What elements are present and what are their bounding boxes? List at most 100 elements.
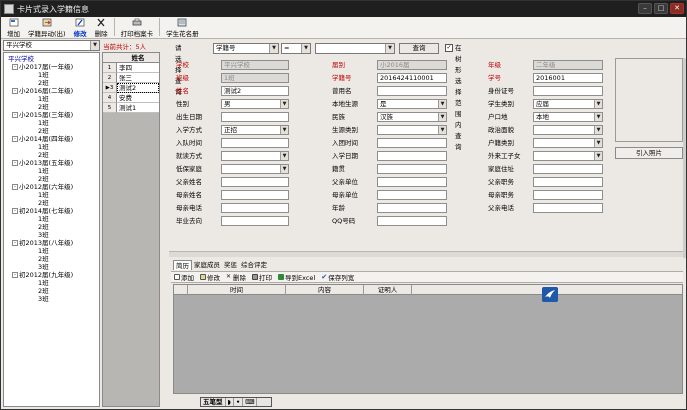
detail-delete-button[interactable]: ✕ 删除: [223, 272, 249, 283]
chevron-down-icon[interactable]: ▼: [280, 126, 288, 134]
field-input[interactable]: [377, 216, 447, 226]
tree-scope-checkbox[interactable]: ✓: [445, 44, 453, 52]
chevron-down-icon[interactable]: ▼: [280, 100, 288, 108]
tree-class-node[interactable]: 3班: [38, 295, 49, 303]
student-row[interactable]: ▶3 测试2: [103, 83, 159, 93]
tree-class-node[interactable]: 2班: [38, 223, 49, 231]
tree-class-node[interactable]: 2班: [38, 255, 49, 263]
student-name-cell[interactable]: 张三: [117, 73, 159, 83]
transfer-out-button[interactable]: 学籍异动(出): [24, 16, 70, 38]
tree-class-node[interactable]: 2班: [38, 79, 49, 87]
chevron-down-icon[interactable]: ▼: [438, 126, 446, 134]
print-card-button[interactable]: 打印档案卡: [117, 16, 158, 38]
student-name-cell[interactable]: 测试1: [117, 103, 159, 113]
tree-grade-node[interactable]: - 初2012届(九年级): [12, 271, 73, 279]
delete-button[interactable]: 删除: [91, 16, 112, 38]
student-row[interactable]: 1 李四: [103, 63, 159, 73]
field-select[interactable]: ▼: [533, 125, 603, 135]
edit-button[interactable]: 修改: [70, 16, 91, 38]
form-vertical-scrollbar[interactable]: [683, 58, 686, 258]
chevron-down-icon[interactable]: ▼: [301, 44, 310, 53]
chevron-down-icon[interactable]: ▼: [594, 139, 602, 147]
school-select[interactable]: 平兴学校 ▼: [3, 40, 100, 51]
field-input[interactable]: [533, 177, 603, 187]
ime-keyboard-icon[interactable]: ⌨: [243, 398, 258, 406]
chevron-down-icon[interactable]: ▼: [594, 126, 602, 134]
field-select[interactable]: 男 ▼: [221, 99, 289, 109]
tree-grade-node[interactable]: - 小2012届(六年级): [12, 183, 73, 191]
tree-grade-node[interactable]: - 小2016届(二年级): [12, 87, 73, 95]
field-select[interactable]: ▼: [221, 151, 289, 161]
export-excel-button[interactable]: 导到Excel: [275, 272, 318, 282]
student-row[interactable]: 4 安费: [103, 93, 159, 103]
chevron-down-icon[interactable]: ▼: [438, 100, 446, 108]
query-operator-select[interactable]: = ▼: [281, 43, 311, 54]
field-input[interactable]: 2016001: [533, 73, 603, 83]
tree-grade-node[interactable]: - 小2015届(三年级): [12, 111, 73, 119]
close-icon[interactable]: ✕: [670, 3, 684, 14]
tree-class-node[interactable]: 3班: [38, 263, 49, 271]
tree-collapse-icon[interactable]: -: [12, 160, 18, 166]
tree-class-node[interactable]: 1班: [38, 71, 49, 79]
detail-print-button[interactable]: 打印: [249, 272, 275, 282]
ime-moon-icon[interactable]: ◗: [226, 398, 234, 406]
field-input[interactable]: 测试2: [221, 86, 289, 96]
add-button[interactable]: 增加: [3, 16, 24, 38]
grid-col-witness[interactable]: 证明人: [364, 285, 412, 295]
tree-collapse-icon[interactable]: -: [12, 136, 18, 142]
chevron-down-icon[interactable]: ▼: [385, 44, 394, 53]
tab-evaluation[interactable]: 综合评定: [239, 260, 269, 270]
field-input[interactable]: [377, 177, 447, 187]
import-photo-button[interactable]: 引入照片: [615, 147, 683, 159]
grid-col-time[interactable]: 时间: [188, 285, 286, 295]
tree-collapse-icon[interactable]: -: [12, 112, 18, 118]
tree-grade-node[interactable]: - 小2013届(五年级): [12, 159, 73, 167]
chevron-down-icon[interactable]: ▼: [594, 152, 602, 160]
tab-resume[interactable]: 简历: [173, 260, 192, 270]
field-select[interactable]: 是 ▼: [377, 99, 447, 109]
tree-class-node[interactable]: 2班: [38, 103, 49, 111]
tab-family-members[interactable]: 家庭成员: [192, 260, 222, 270]
save-column-width-button[interactable]: ✔ 保存列宽: [318, 272, 357, 283]
field-input[interactable]: 平兴学校: [221, 60, 289, 70]
field-input[interactable]: [221, 190, 289, 200]
student-name-cell[interactable]: 李四: [117, 63, 159, 73]
field-input[interactable]: 二年级: [533, 60, 603, 70]
student-name-cell[interactable]: 测试2: [117, 83, 159, 93]
field-input[interactable]: [377, 203, 447, 213]
query-value-select[interactable]: ▼: [315, 43, 395, 54]
field-select[interactable]: 应届 ▼: [533, 99, 603, 109]
tree-grade-node[interactable]: - 初2013届(八年级): [12, 239, 73, 247]
tree-class-node[interactable]: 2班: [38, 199, 49, 207]
maximize-icon[interactable]: □: [654, 3, 668, 14]
field-select[interactable]: ▼: [377, 125, 447, 135]
chevron-down-icon[interactable]: ▼: [594, 100, 602, 108]
field-input[interactable]: [221, 203, 289, 213]
query-field-select[interactable]: 学籍号 ▼: [213, 43, 279, 54]
ime-dot-icon[interactable]: •: [234, 398, 244, 406]
field-input[interactable]: [377, 86, 447, 96]
tree-grade-node[interactable]: - 初2014届(七年级): [12, 207, 73, 215]
field-input[interactable]: [533, 86, 603, 96]
field-input[interactable]: [221, 216, 289, 226]
tree-class-node[interactable]: 1班: [38, 247, 49, 255]
minimize-icon[interactable]: –: [638, 3, 652, 14]
field-input[interactable]: 2016424110001: [377, 73, 447, 83]
tree-grade-node[interactable]: - 小2017届(一年级): [12, 63, 73, 71]
field-input[interactable]: [377, 190, 447, 200]
detail-add-button[interactable]: 添加: [171, 272, 197, 282]
student-row[interactable]: 2 张三: [103, 73, 159, 83]
field-select[interactable]: ▼: [533, 151, 603, 161]
tab-rewards[interactable]: 奖惩: [222, 260, 239, 270]
chevron-down-icon[interactable]: ▼: [438, 113, 446, 121]
field-select[interactable]: 本地 ▼: [533, 112, 603, 122]
field-input[interactable]: [533, 164, 603, 174]
student-row[interactable]: 5 测试1: [103, 103, 159, 113]
field-input[interactable]: 1班: [221, 73, 289, 83]
chevron-down-icon[interactable]: ▼: [594, 113, 602, 121]
field-select[interactable]: 正招 ▼: [221, 125, 289, 135]
tree-class-node[interactable]: 1班: [38, 143, 49, 151]
tree-class-node[interactable]: 1班: [38, 191, 49, 199]
tree-root[interactable]: 平兴学校: [8, 55, 34, 63]
tree-collapse-icon[interactable]: -: [12, 184, 18, 190]
